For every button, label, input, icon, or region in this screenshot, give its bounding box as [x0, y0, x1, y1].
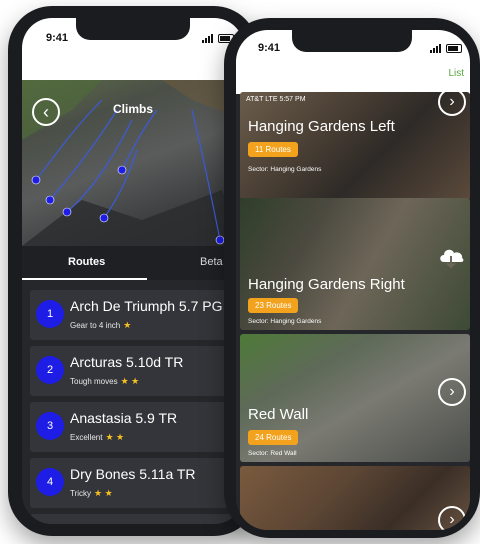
- chevron-right-icon[interactable]: ›: [438, 378, 466, 406]
- chevron-right-icon[interactable]: ›: [438, 92, 466, 116]
- route-name: Arcturas 5.10d TR: [70, 354, 184, 370]
- cloud-download-icon[interactable]: [436, 242, 466, 272]
- route-name: Dry Bones 5.11a TR: [70, 466, 196, 482]
- route-row[interactable]: 1 Arch De Triumph 5.7 PG Gear to 4 inch ★: [30, 290, 240, 340]
- area-card[interactable]: Hanging Gardens Right 23 Routes Sector: …: [240, 198, 470, 330]
- route-number-badge: 4: [36, 468, 64, 496]
- route-number-badge: 2: [36, 356, 64, 384]
- route-description: Excellent ★ ★: [70, 432, 125, 442]
- left-phone-frame: 9:41 ‹ Climbs Routes Beta 1 Arch De Triu…: [8, 6, 258, 536]
- page-title: Climbs: [112, 102, 153, 116]
- status-bar: 9:41: [22, 18, 244, 80]
- route-row[interactable]: [30, 514, 240, 524]
- sector-label: Sector: Hanging Gardens: [248, 166, 322, 173]
- route-row[interactable]: 4 Dry Bones 5.11a TR Tricky ★ ★: [30, 458, 240, 508]
- right-phone-screen: 9:41 List AT&T LTE 5:57 PM Hanging Garde…: [236, 30, 470, 530]
- status-time: 9:41: [46, 32, 69, 44]
- phone-notch: [292, 30, 412, 52]
- route-name: Anastasia 5.9 TR: [70, 410, 178, 426]
- tab-beta[interactable]: Beta: [200, 256, 223, 268]
- routes-count-badge: 24 Routes: [248, 430, 299, 445]
- route-row[interactable]: 3 Anastasia 5.9 TR Excellent ★ ★: [30, 402, 240, 452]
- left-phone-screen: 9:41 ‹ Climbs Routes Beta 1 Arch De Triu…: [22, 18, 244, 524]
- status-bar: 9:41 List: [236, 30, 470, 94]
- battery-icon: [446, 44, 462, 53]
- inner-status-bar: AT&T LTE 5:57 PM: [246, 96, 306, 103]
- phone-notch: [76, 18, 190, 40]
- route-number-badge: 3: [36, 412, 64, 440]
- climb-topo-photo: ‹ Climbs: [22, 80, 244, 246]
- list-view-link[interactable]: List: [448, 68, 464, 79]
- area-name: Hanging Gardens Left: [248, 118, 395, 135]
- signal-icon: [202, 34, 213, 43]
- tab-bar: Routes Beta: [22, 246, 244, 280]
- route-row[interactable]: 2 Arcturas 5.10d TR Tough moves ★ ★: [30, 346, 240, 396]
- route-number-badge: 1: [36, 300, 64, 328]
- route-description: Tricky ★ ★: [70, 488, 113, 498]
- area-card[interactable]: AT&T LTE 5:57 PM Hanging Gardens Left 11…: [240, 92, 470, 200]
- star-rating-icon: ★ ★: [120, 376, 140, 386]
- active-tab-indicator: [22, 278, 147, 280]
- routes-count-badge: 23 Routes: [248, 298, 299, 313]
- chevron-right-icon[interactable]: ›: [438, 506, 466, 530]
- tab-routes[interactable]: Routes: [68, 256, 105, 268]
- star-rating-icon: ★ ★: [105, 432, 125, 442]
- status-time: 9:41: [258, 42, 281, 54]
- star-rating-icon: ★: [123, 320, 132, 330]
- area-card[interactable]: ›: [240, 466, 470, 530]
- route-name: Arch De Triumph 5.7 PG: [70, 298, 223, 314]
- route-description: Tough moves ★ ★: [70, 376, 140, 386]
- area-card[interactable]: Red Wall 24 Routes Sector: Red Wall ›: [240, 334, 470, 462]
- area-name: Red Wall: [248, 406, 309, 423]
- star-rating-icon: ★ ★: [94, 488, 113, 498]
- sector-label: Sector: Red Wall: [248, 450, 297, 457]
- signal-icon: [430, 44, 441, 53]
- route-description: Gear to 4 inch ★: [70, 320, 132, 330]
- routes-count-badge: 11 Routes: [248, 142, 298, 157]
- area-name: Hanging Gardens Right: [248, 276, 405, 293]
- sector-label: Sector: Hanging Gardens: [248, 318, 322, 325]
- right-phone-frame: 9:41 List AT&T LTE 5:57 PM Hanging Garde…: [224, 18, 480, 538]
